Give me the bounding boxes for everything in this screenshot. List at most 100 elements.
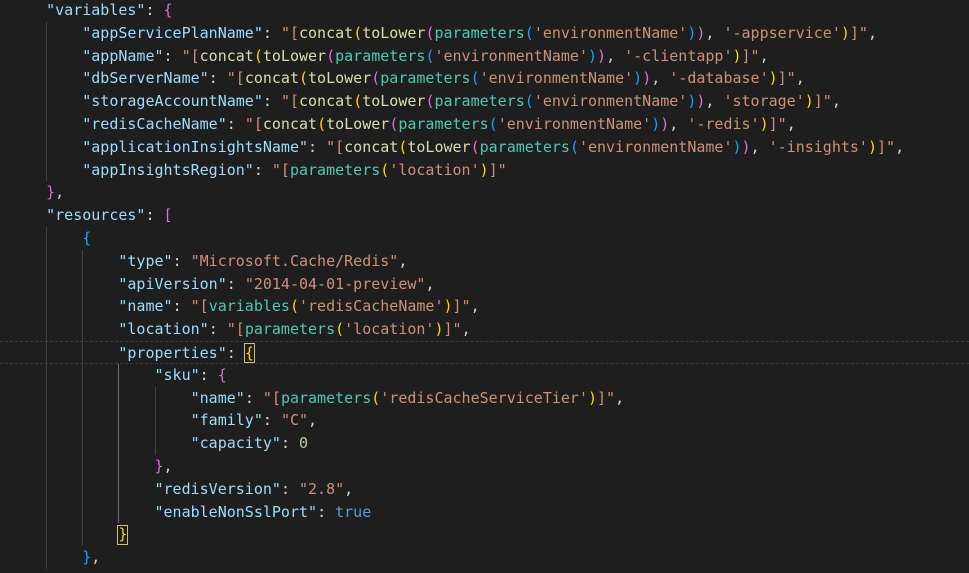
code-line[interactable]: } bbox=[10, 523, 127, 546]
code-token: 0 bbox=[299, 434, 309, 453]
current-code-line[interactable]: "properties": { bbox=[0, 341, 969, 364]
code-token: , bbox=[606, 46, 625, 65]
code-token: : bbox=[262, 411, 281, 430]
code-token: "type" bbox=[118, 251, 173, 270]
code-token: ]" bbox=[777, 69, 796, 88]
code-line[interactable]: "type": "Microsoft.Cache/Redis", bbox=[10, 250, 407, 273]
code-line[interactable]: "redisCacheName": "[concat(toLower(param… bbox=[10, 113, 795, 136]
code-line[interactable]: "resources": [ bbox=[10, 204, 172, 227]
code-line[interactable]: "location": "[parameters('location')]", bbox=[10, 318, 470, 341]
code-token: : bbox=[226, 344, 245, 362]
code-token: ]" bbox=[452, 297, 471, 316]
code-token: ) bbox=[479, 160, 489, 179]
code-token: , bbox=[55, 183, 65, 202]
code-token: ( bbox=[326, 46, 336, 65]
code-token: : bbox=[226, 115, 245, 133]
code-token: ( bbox=[371, 388, 381, 407]
code-line[interactable]: "appInsightsRegion": "[parameters('locat… bbox=[10, 159, 506, 182]
code-token: "family" bbox=[190, 411, 263, 430]
code-token: "dbServerName" bbox=[82, 69, 209, 88]
code-line[interactable]: { bbox=[10, 227, 91, 250]
code-token: "capacity" bbox=[190, 434, 281, 453]
code-line[interactable]: "apiVersion": "2014-04-01-preview", bbox=[10, 273, 434, 296]
code-token: "[ bbox=[326, 137, 345, 156]
code-line[interactable]: "family": "C", bbox=[10, 409, 317, 432]
code-line[interactable]: "storageAccountName": "[concat(toLower(p… bbox=[10, 90, 841, 113]
code-editor[interactable]: "variables": { "appServicePlanName": "[c… bbox=[0, 0, 969, 573]
code-token: ( bbox=[389, 115, 399, 133]
code-token: "C" bbox=[280, 411, 309, 430]
code-token: toLower bbox=[362, 92, 426, 111]
code-line[interactable]: "sku": { bbox=[10, 364, 227, 387]
code-token: ) bbox=[660, 115, 670, 133]
code-line[interactable]: "applicationInsightsName": "[concat(toLo… bbox=[10, 136, 904, 159]
code-line[interactable]: "appServicePlanName": "[concat(toLower(p… bbox=[10, 22, 877, 45]
code-token: ) bbox=[732, 137, 742, 156]
code-line[interactable]: }, bbox=[10, 455, 173, 478]
code-token: , bbox=[705, 92, 724, 111]
code-token: 'environmentName' bbox=[533, 23, 688, 42]
code-line[interactable]: "variables": { bbox=[10, 0, 172, 22]
code-token: ]" bbox=[849, 23, 868, 42]
code-token: "applicationInsightsName" bbox=[82, 137, 309, 156]
code-token: ) bbox=[867, 137, 877, 156]
code-token: ) bbox=[642, 69, 652, 88]
code-token: : bbox=[172, 297, 191, 316]
code-token: "[ bbox=[244, 115, 263, 133]
code-token: , bbox=[91, 548, 101, 567]
code-token: '-clientapp' bbox=[624, 46, 733, 65]
code-token: variables bbox=[208, 297, 290, 316]
code-token: "name" bbox=[118, 297, 173, 316]
code-token: ]" bbox=[813, 92, 832, 111]
code-token: "redisVersion" bbox=[154, 479, 281, 498]
code-token: ) bbox=[804, 92, 814, 111]
code-token: ) bbox=[434, 320, 444, 339]
code-token: : bbox=[253, 160, 272, 179]
code-token: 'environmentName' bbox=[497, 115, 652, 133]
code-line[interactable]: "capacity": 0 bbox=[10, 432, 308, 455]
code-token: true bbox=[335, 502, 372, 521]
code-line[interactable]: "enableNonSslPort": true bbox=[10, 501, 372, 524]
code-token: "location" bbox=[118, 320, 209, 339]
code-token: concat bbox=[244, 69, 299, 88]
code-line[interactable]: "dbServerName": "[concat(toLower(paramet… bbox=[10, 67, 805, 90]
code-token: 'location' bbox=[344, 320, 435, 339]
code-token: parameters bbox=[434, 92, 525, 111]
code-token: parameters bbox=[434, 23, 525, 42]
code-token: "[ bbox=[226, 320, 245, 339]
code-token: ) bbox=[588, 388, 598, 407]
code-line[interactable]: "appName": "[concat(toLower(parameters('… bbox=[10, 45, 768, 68]
code-token: 'environmentName' bbox=[578, 137, 733, 156]
code-line[interactable]: }, bbox=[10, 181, 64, 204]
code-token: : bbox=[262, 23, 281, 42]
code-token: ( bbox=[289, 297, 299, 316]
code-token: "[ bbox=[280, 23, 299, 42]
code-token: ( bbox=[299, 69, 309, 88]
code-line[interactable]: "redisVersion": "2.8", bbox=[10, 478, 354, 501]
code-token: 'environmentName' bbox=[479, 69, 634, 88]
code-token: , bbox=[398, 251, 408, 270]
code-token: "resources" bbox=[46, 206, 146, 225]
code-token: 'redisCacheServiceTier' bbox=[380, 388, 588, 407]
code-token: '-database' bbox=[669, 69, 769, 88]
code-line[interactable]: "name": "[parameters('redisCacheServiceT… bbox=[10, 387, 625, 410]
code-token: toLower bbox=[326, 115, 390, 133]
code-token: : bbox=[280, 434, 299, 453]
code-token: 'storage' bbox=[723, 92, 805, 111]
code-line[interactable]: "name": "[variables('redisCacheName')]", bbox=[10, 295, 479, 318]
code-token: 'environmentName' bbox=[434, 46, 588, 65]
code-token: "2.8" bbox=[299, 479, 345, 498]
code-line[interactable]: }, bbox=[10, 546, 100, 569]
code-token: "appInsightsRegion" bbox=[82, 160, 254, 179]
code-token: ]" bbox=[741, 46, 760, 65]
code-token: , bbox=[615, 388, 625, 407]
code-token: '-appservice' bbox=[723, 23, 841, 42]
